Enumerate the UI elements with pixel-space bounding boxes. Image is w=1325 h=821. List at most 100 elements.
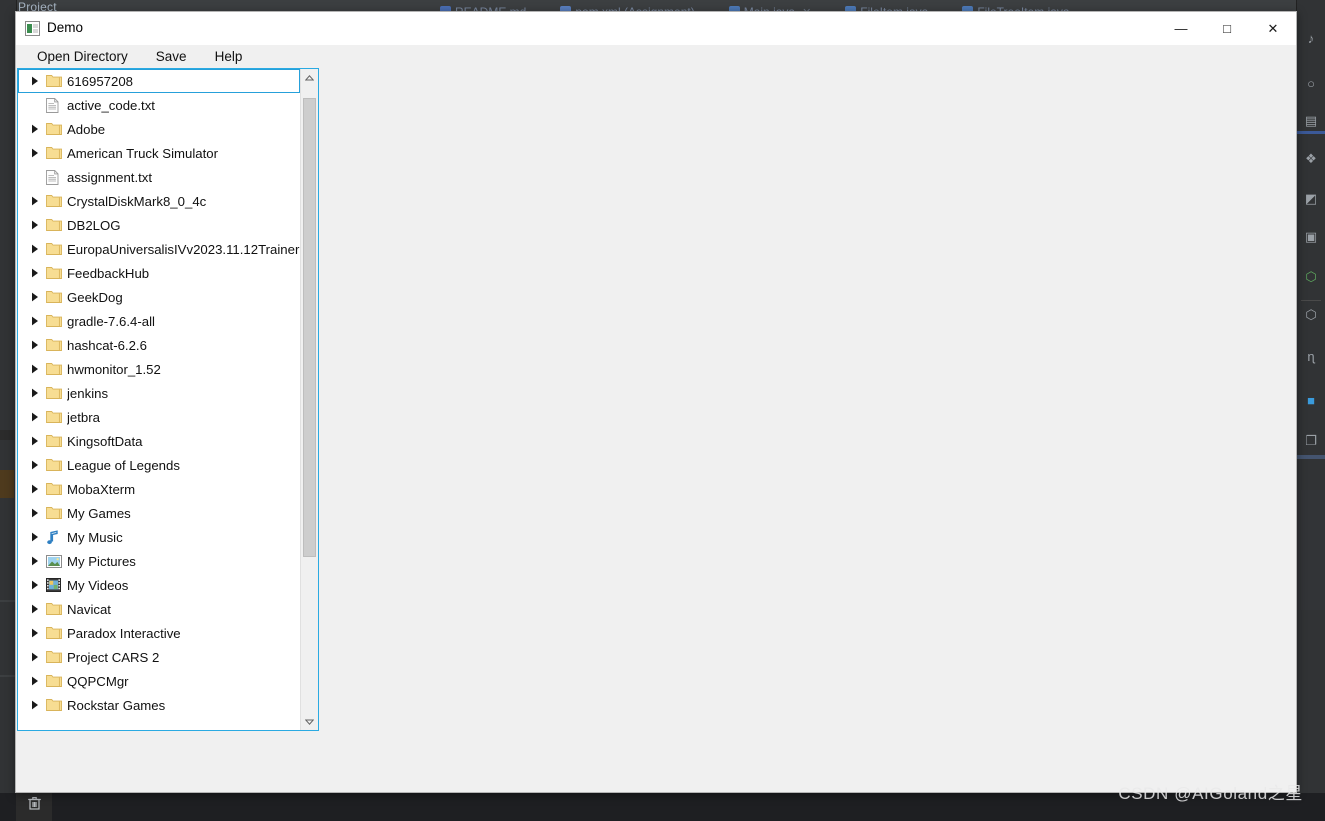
tree-item-label: jenkins <box>67 385 109 401</box>
expand-arrow-icon[interactable] <box>24 700 46 710</box>
directory-tree-list[interactable]: 616957208 active_code.txt Adobe American Tr… <box>18 69 300 717</box>
tree-item-13[interactable]: jenkins <box>18 381 300 405</box>
tree-item-4[interactable]: assignment.txt <box>18 165 300 189</box>
folder-icon <box>46 626 67 640</box>
expand-arrow-icon[interactable] <box>24 436 46 446</box>
expand-arrow-icon[interactable] <box>24 316 46 326</box>
tree-item-10[interactable]: gradle-7.6.4-all <box>18 309 300 333</box>
expand-arrow-icon[interactable] <box>24 604 46 614</box>
tree-item-1[interactable]: active_code.txt <box>18 93 300 117</box>
search-everywhere-icon[interactable]: ○ <box>1302 75 1320 93</box>
tree-item-26[interactable]: Rockstar Games <box>18 693 300 717</box>
expand-arrow-icon[interactable] <box>24 484 46 494</box>
find-icon[interactable]: ■ <box>1302 392 1320 410</box>
tree-item-5[interactable]: CrystalDiskMark8_0_4c <box>18 189 300 213</box>
scroll-down-arrow[interactable] <box>301 713 318 730</box>
tree-item-14[interactable]: jetbra <box>18 405 300 429</box>
tree-item-9[interactable]: GeekDog <box>18 285 300 309</box>
folder-icon <box>46 458 67 472</box>
expand-arrow-icon[interactable] <box>24 76 46 86</box>
tree-item-25[interactable]: QQPCMgr <box>18 669 300 693</box>
ide-right-toolbar[interactable]: ♪ ○ ▤ ❖ ◩ ▣ ⬡ ⬡ ɳ ■ ❐ <box>1296 0 1325 821</box>
folder-icon <box>46 218 67 232</box>
scrollbar-thumb[interactable] <box>303 98 316 557</box>
folder-icon <box>46 602 67 616</box>
expand-arrow-icon[interactable] <box>24 196 46 206</box>
tree-vertical-scrollbar[interactable] <box>300 69 318 730</box>
tree-item-label: 616957208 <box>67 73 134 89</box>
expand-arrow-icon[interactable] <box>24 412 46 422</box>
tree-item-23[interactable]: Paradox Interactive <box>18 621 300 645</box>
tree-item-label: jetbra <box>67 409 100 425</box>
tree-item-label: assignment.txt <box>67 169 153 185</box>
expand-arrow-icon[interactable] <box>24 652 46 662</box>
maximize-button[interactable]: □ <box>1204 12 1250 45</box>
maven-icon[interactable]: ◩ <box>1302 190 1320 208</box>
minimize-button[interactable]: — <box>1158 12 1204 45</box>
tree-item-0[interactable]: 616957208 <box>18 69 300 93</box>
build-icon[interactable]: ⬡ <box>1302 268 1320 286</box>
menu-open-directory[interactable]: Open Directory <box>33 47 132 66</box>
menu-help[interactable]: Help <box>211 47 247 66</box>
expand-arrow-icon[interactable] <box>24 364 46 374</box>
tree-item-3[interactable]: American Truck Simulator <box>18 141 300 165</box>
tree-item-22[interactable]: Navicat <box>18 597 300 621</box>
directory-tree-scrollport[interactable]: 616957208 active_code.txt Adobe American Tr… <box>18 69 300 730</box>
file-icon <box>46 169 67 185</box>
demo-window[interactable]: Demo — □ ✕ Open Directory Save Help 616957… <box>15 11 1297 793</box>
terminal-icon[interactable]: ▣ <box>1302 228 1320 246</box>
folder-icon <box>46 338 67 352</box>
tree-item-2[interactable]: Adobe <box>18 117 300 141</box>
tree-item-6[interactable]: DB2LOG <box>18 213 300 237</box>
expand-arrow-icon[interactable] <box>24 340 46 350</box>
tree-item-label: GeekDog <box>67 289 123 305</box>
expand-arrow-icon[interactable] <box>24 460 46 470</box>
expand-arrow-icon[interactable] <box>24 124 46 134</box>
tree-item-19[interactable]: My Music <box>18 525 300 549</box>
tree-item-8[interactable]: FeedbackHub <box>18 261 300 285</box>
expand-arrow-icon[interactable] <box>24 292 46 302</box>
watermark-text: CSDN @AIGoland之星 <box>1118 784 1303 803</box>
tree-item-16[interactable]: League of Legends <box>18 453 300 477</box>
tree-item-label: Project CARS 2 <box>67 649 160 665</box>
trash-icon[interactable] <box>16 793 52 821</box>
menu-bar[interactable]: Open Directory Save Help <box>16 45 1296 68</box>
window-controls[interactable]: — □ ✕ <box>1158 12 1296 45</box>
expand-arrow-icon[interactable] <box>24 148 46 158</box>
gradle-icon[interactable]: ❖ <box>1302 150 1320 168</box>
expand-arrow-icon[interactable] <box>24 508 46 518</box>
scroll-up-arrow[interactable] <box>301 69 318 86</box>
copy-icon[interactable]: ❐ <box>1302 432 1320 450</box>
window-titlebar[interactable]: Demo — □ ✕ <box>16 12 1296 45</box>
expand-arrow-icon[interactable] <box>24 220 46 230</box>
tree-item-7[interactable]: EuropaUniversalisIVv2023.11.12Trainer… <box>18 237 300 261</box>
tree-item-label: My Videos <box>67 577 129 593</box>
folder-icon <box>46 410 67 424</box>
expand-arrow-icon[interactable] <box>24 532 46 542</box>
expand-arrow-icon[interactable] <box>24 580 46 590</box>
menu-save[interactable]: Save <box>152 47 191 66</box>
tree-item-11[interactable]: hashcat-6.2.6 <box>18 333 300 357</box>
tree-item-12[interactable]: hwmonitor_1.52 <box>18 357 300 381</box>
expand-arrow-icon[interactable] <box>24 628 46 638</box>
tree-item-20[interactable]: My Pictures <box>18 549 300 573</box>
expand-arrow-icon[interactable] <box>24 268 46 278</box>
scrollbar-track[interactable] <box>301 86 318 713</box>
tree-item-18[interactable]: My Games <box>18 501 300 525</box>
expand-arrow-icon[interactable] <box>24 676 46 686</box>
expand-arrow-icon[interactable] <box>24 388 46 398</box>
expand-arrow-icon[interactable] <box>24 556 46 566</box>
expand-arrow-icon[interactable] <box>24 244 46 254</box>
tree-item-24[interactable]: Project CARS 2 <box>18 645 300 669</box>
bookmarks-icon[interactable]: ⬡ <box>1302 306 1320 324</box>
tree-item-17[interactable]: MobaXterm <box>18 477 300 501</box>
directory-tree-panel[interactable]: 616957208 active_code.txt Adobe American Tr… <box>17 68 319 731</box>
notifications-icon[interactable]: ♪ <box>1302 30 1320 48</box>
close-button[interactable]: ✕ <box>1250 12 1296 45</box>
database-icon[interactable]: ▤ <box>1302 112 1320 130</box>
tree-item-21[interactable]: My Videos <box>18 573 300 597</box>
structure-icon[interactable]: ɳ <box>1302 348 1320 366</box>
tree-item-label: EuropaUniversalisIVv2023.11.12Trainer… <box>67 241 300 257</box>
tree-item-label: QQPCMgr <box>67 673 129 689</box>
tree-item-15[interactable]: KingsoftData <box>18 429 300 453</box>
